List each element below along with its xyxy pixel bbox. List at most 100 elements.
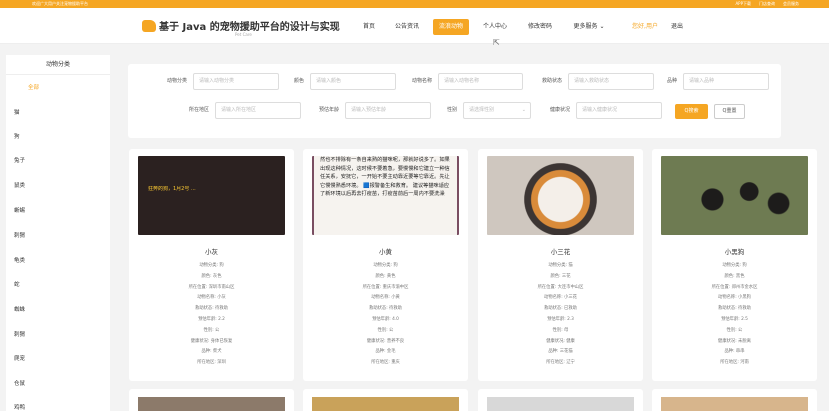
animal-info-line: 所在位置: 重庆市渝中区 [362,284,409,290]
sidebar-item-spider[interactable]: 蜘蛛 [14,305,25,313]
search-field-category: 动物分类 请输入动物分类 [167,73,279,90]
animal-info-line: 颜色: 三花 [550,273,571,279]
animal-info-line: 预估年龄: 2.5 [721,317,748,322]
name-input[interactable]: 请输入动物名称 [438,73,523,90]
animal-photo [487,397,634,411]
breed-input[interactable]: 请输入品种 [683,73,769,90]
nav-user-greeting[interactable]: 您好,用户 [628,19,662,35]
animal-info-line: 健康状况: 营养不良 [366,338,405,344]
sidebar-title: 动物分类 [6,55,110,75]
animal-card[interactable]: 狂奔的狗，1月2号 ... 小灰 动物分类: 狗颜色: 灰色 所在位置: 深圳市南山区… [129,149,294,381]
field-label: 所在地区 [188,107,209,113]
photo-text: 狂奔的狗，1月2号 ... [148,186,196,192]
search-field-name: 动物名称 请输入动物名称 [412,73,523,90]
sidebar-item-dog[interactable]: 狗 [14,132,20,140]
animal-card[interactable]: 小黑狗 动物分类: 狗颜色: 黑色 所在位置: 郑州市金水区 动物名称: 小黑狗 救助状… [652,149,817,381]
field-label: 性别 [446,107,457,113]
animal-info-line: 健康状况: 健康 [546,338,575,344]
animal-card-partial[interactable] [478,389,643,411]
field-label: 颜色 [293,78,304,84]
animal-info-line: 动物分类: 狗 [199,263,224,268]
sidebar-item-hedgehog-2[interactable]: 刺猬 [14,330,25,338]
animal-info-line: 所在地区: 深圳 [197,360,226,366]
animal-info-line: 颜色: 灰色 [201,273,222,279]
category-input[interactable]: 请输入动物分类 [193,73,279,90]
animal-info-line: 性别: 公 [726,327,743,333]
animal-info-line: 预估年龄: 2.2 [198,317,225,322]
animal-card-partial[interactable] [129,389,294,411]
rescue-status-input[interactable]: 请输入救助状态 [568,73,654,90]
animal-photo [661,397,808,411]
sidebar-item-hedgehog[interactable]: 刺猬 [14,231,25,239]
store-link[interactable]: 门店查询 [759,0,775,8]
search-button[interactable]: Q搜索 [675,104,708,119]
sidebar-item-snake[interactable]: 蛇 [14,280,20,288]
nav-change-password[interactable]: 修改密码 [522,19,558,35]
animal-card-partial[interactable] [303,389,468,411]
animal-info-line: 品种: 串串 [724,349,745,355]
sidebar-item-poultry[interactable]: 鸡鸭 [14,403,25,411]
sidebar-item-reptile[interactable]: 爬宠 [14,354,25,362]
field-label: 动物名称 [411,78,432,84]
field-label: 救助状态 [541,78,562,84]
category-sidebar: 动物分类 全部 猫 狗 兔子 鼠类 蜥蜴 刺猬 龟类 蛇 蜘蛛 刺猬 爬宠 仓鼠… [6,55,110,411]
animal-info-line: 所在地区: 辽宁 [546,360,575,366]
site-header: 基于 Java 的宠物援助平台的设计与实现 Pet Care 首页 公告资讯 流… [0,8,829,44]
animal-info-line: 品种: 金毛 [375,349,396,355]
sidebar-item-cat[interactable]: 猫 [14,108,20,116]
animal-card[interactable]: 小三花 动物分类: 猫颜色: 三花 所在位置: 大连市中山区 动物名称: 小三花 救助状… [478,149,643,381]
animal-photo [138,397,285,411]
animal-info-line: 预估年龄: 4.0 [372,317,399,322]
animal-name: 小灰 [205,248,218,256]
animal-info-line: 性别: 母 [552,327,569,333]
search-field-rescue-status: 救助状态 请输入救助状态 [542,73,654,90]
search-field-color: 颜色 请输入颜色 [294,73,396,90]
region-input[interactable]: 请输入所在地区 [215,102,301,119]
health-input[interactable]: 请输入健康状况 [576,102,662,119]
sidebar-item-all[interactable]: 全部 [28,83,39,91]
animal-info-line: 救助状态: 已救助 [544,306,577,312]
mouse-cursor-icon: ⇱ [493,38,500,47]
animal-photo: 然也不排除有一条自来熟的猫咪呢，那就好说多了。如果出现这种情况，这时候不要着急，… [312,156,459,235]
animal-info-line: 动物分类: 猫 [548,263,573,268]
animal-card-partial[interactable] [652,389,817,411]
animal-photo: 狂奔的狗，1月2号 ... [138,156,285,235]
reset-button[interactable]: Q重置 [714,104,745,119]
photo-text: 然也不排除有一条自来熟的猫咪呢，那就好说多了。如果出现这种情况，这时候不要着急，… [320,157,450,197]
animal-name: 小黑狗 [724,248,745,256]
field-label: 动物分类 [166,78,187,84]
nav-more-services[interactable]: 更多服务 ⌄ [567,19,611,35]
nav-logout[interactable]: 退出 [668,19,686,35]
search-field-age: 预估年龄 请输入预估年龄 [319,102,431,119]
animal-info-line: 动物名称: 小三花 [544,295,577,301]
animal-info-line: 品种: 三花猫 [548,349,573,355]
field-label: 品种 [666,78,677,84]
animal-info-line: 健康状况: 身体已恢复 [190,338,233,344]
nav-profile[interactable]: 个人中心 [477,19,513,35]
animal-photo [661,156,808,235]
app-download-link[interactable]: APP下载 [735,0,751,8]
animal-info-line: 救助状态: 待救助 [718,306,751,312]
animal-info-line: 预估年龄: 2.3 [547,317,574,322]
top-links: APP下载 门店查询 会员服务 [735,0,799,8]
animal-photo [487,156,634,235]
nav-news[interactable]: 公告资讯 [389,19,425,35]
nav-home[interactable]: 首页 [356,19,382,35]
notice-text: 欢迎广大用户关注宠物援助平台 [32,1,88,6]
gender-select[interactable]: 请选择性别 [463,102,531,119]
sidebar-item-rabbit[interactable]: 兔子 [14,156,25,164]
animal-info-line: 性别: 公 [377,327,394,333]
animal-info-line: 动物分类: 狗 [722,263,747,268]
sidebar-item-turtle[interactable]: 龟类 [14,256,25,264]
color-input[interactable]: 请输入颜色 [310,73,396,90]
sidebar-item-hamster[interactable]: 仓鼠 [14,379,25,387]
sidebar-item-rodent[interactable]: 鼠类 [14,181,25,189]
age-input[interactable]: 请输入预估年龄 [345,102,431,119]
search-field-health: 健康状况 请输入健康状况 [550,102,662,119]
sidebar-item-lizard[interactable]: 蜥蜴 [14,206,25,214]
animal-info-line: 颜色: 黄色 [375,273,396,279]
member-link[interactable]: 会员服务 [783,0,799,8]
animal-card[interactable]: 然也不排除有一条自来熟的猫咪呢，那就好说多了。如果出现这种情况，这时候不要着急，… [303,149,468,381]
nav-stray-animals[interactable]: 流浪动物 [433,19,469,35]
main-nav: 首页 公告资讯 流浪动物 个人中心 修改密码 更多服务 ⌄ 您好,用户 退出 [0,19,829,35]
